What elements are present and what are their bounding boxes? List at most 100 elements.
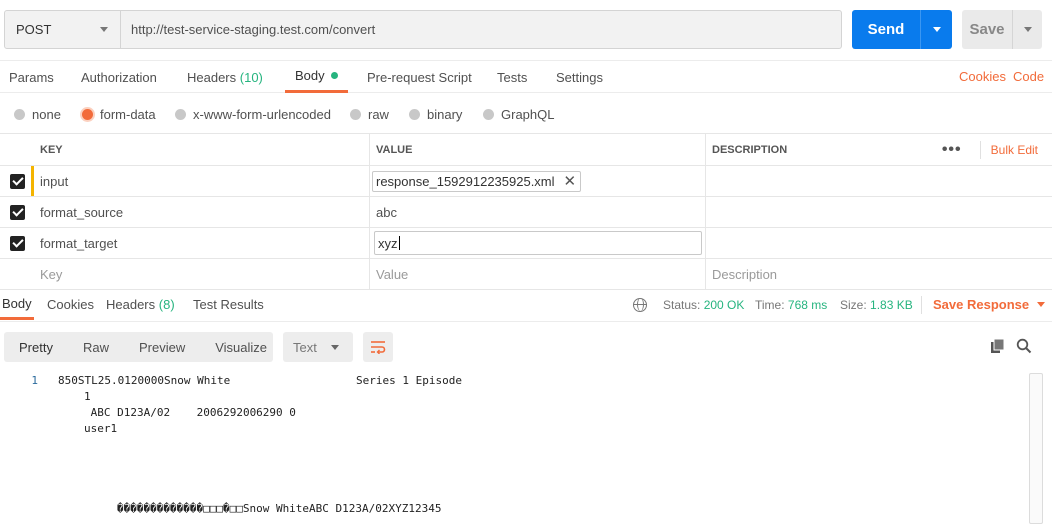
headers-count: (10) xyxy=(239,69,263,85)
chevron-down-icon xyxy=(932,27,941,32)
more-options-icon[interactable]: ••• xyxy=(942,141,962,159)
save-button[interactable]: Save xyxy=(962,10,1012,49)
chevron-down-icon xyxy=(1037,302,1046,307)
radio-graphql[interactable]: GraphQL xyxy=(483,104,554,124)
new-value-input[interactable]: Value xyxy=(370,259,706,289)
radio-icon xyxy=(483,108,494,120)
tab-body[interactable]: Body xyxy=(285,61,348,93)
time-value: 768 ms xyxy=(787,297,828,312)
value-input[interactable]: xyz xyxy=(374,231,702,255)
tab-response-body[interactable]: Body xyxy=(0,289,34,320)
tab-test-results[interactable]: Test Results xyxy=(193,289,264,320)
tab-label: Cookies xyxy=(47,297,94,312)
table-header-row: KEY VALUE DESCRIPTION ••• Bulk Edit xyxy=(0,134,1052,166)
wrap-lines-button[interactable] xyxy=(363,332,393,362)
method-label: POST xyxy=(16,22,52,37)
request-tabs: Params Authorization Headers (10) Body P… xyxy=(0,60,1052,93)
globe-icon[interactable] xyxy=(633,289,647,320)
code-link[interactable]: Code xyxy=(1013,69,1044,84)
radio-selected-icon xyxy=(82,108,93,120)
new-key-input[interactable]: Key xyxy=(34,259,370,289)
description-cell[interactable] xyxy=(706,228,1052,258)
url-input[interactable]: http://test-service-staging.test.com/con… xyxy=(121,11,841,48)
headers-count: (8) xyxy=(158,297,175,312)
save-response-label: Save Response xyxy=(933,297,1030,312)
row-checkbox[interactable] xyxy=(0,166,34,196)
search-icon[interactable] xyxy=(1016,338,1032,354)
view-raw[interactable]: Raw xyxy=(68,340,124,355)
code-line: user1 xyxy=(84,422,118,435)
response-body-viewer[interactable]: 1 850STL25.0120000Snow White Series 1 Ep… xyxy=(0,372,1030,524)
tab-authorization[interactable]: Authorization xyxy=(81,61,157,93)
divider xyxy=(921,296,922,314)
cookies-link[interactable]: Cookies xyxy=(959,69,1006,84)
size-info: Size: 1.83 KB xyxy=(840,289,913,320)
send-button-group: Send xyxy=(852,10,952,49)
key-cell[interactable]: format_source xyxy=(34,197,370,227)
key-cell[interactable]: format_target xyxy=(34,228,370,258)
tab-label: Test Results xyxy=(193,297,264,312)
tab-headers[interactable]: Headers (10) xyxy=(187,61,263,93)
save-options-button[interactable] xyxy=(1012,10,1042,49)
value-cell[interactable]: response_1592912235925.xml ✕ xyxy=(370,166,706,196)
url-text: http://test-service-staging.test.com/con… xyxy=(131,22,376,37)
radio-label: GraphQL xyxy=(501,106,555,122)
radio-binary[interactable]: binary xyxy=(409,104,462,124)
code-line: 850STL25.0120000Snow White Series 1 Epis… xyxy=(58,374,462,387)
description-cell[interactable] xyxy=(706,197,1052,227)
radio-x-www-form-urlencoded[interactable]: x-www-form-urlencoded xyxy=(175,104,331,124)
chevron-down-icon xyxy=(1023,27,1032,32)
tab-params[interactable]: Params xyxy=(9,61,54,93)
new-description-input[interactable]: Description xyxy=(706,259,1052,289)
status-dot-icon xyxy=(330,72,338,79)
status-value: 200 OK xyxy=(703,297,745,312)
format-select[interactable]: Text xyxy=(283,332,353,362)
tab-label: Settings xyxy=(556,69,603,85)
tab-response-cookies[interactable]: Cookies xyxy=(47,289,94,320)
view-pretty[interactable]: Pretty xyxy=(4,340,68,355)
time-label: Time: xyxy=(755,297,785,312)
copy-icon[interactable] xyxy=(990,338,1006,354)
checkbox-checked-icon xyxy=(9,204,25,220)
row-checkbox[interactable] xyxy=(0,197,34,227)
radio-raw[interactable]: raw xyxy=(350,104,389,124)
save-button-group: Save xyxy=(962,10,1042,49)
key-cell[interactable]: input xyxy=(34,166,370,196)
value-cell[interactable]: abc xyxy=(370,197,706,227)
row-checkbox[interactable] xyxy=(0,228,34,258)
vertical-scrollbar[interactable] xyxy=(1029,373,1043,524)
tab-label: Body xyxy=(295,68,325,83)
close-icon[interactable]: ✕ xyxy=(564,172,577,190)
response-tabs: Body Cookies Headers (8) Test Results St… xyxy=(0,289,1052,322)
bulk-edit-link[interactable]: Bulk Edit xyxy=(991,143,1038,157)
tab-label: Headers xyxy=(187,69,237,85)
radio-label: none xyxy=(32,106,61,122)
status-label: Status: xyxy=(663,297,701,312)
description-cell[interactable] xyxy=(706,166,1052,196)
tab-label: Body xyxy=(2,295,32,311)
tab-tests[interactable]: Tests xyxy=(497,61,527,93)
save-response-button[interactable]: Save Response xyxy=(933,289,1046,320)
radio-form-data[interactable]: form-data xyxy=(82,104,156,124)
table-row: format_target xyz xyxy=(0,228,1052,259)
table-actions: ••• Bulk Edit xyxy=(942,134,1052,165)
send-button[interactable]: Send xyxy=(852,10,920,49)
tab-label: Params xyxy=(9,69,54,85)
radio-icon xyxy=(350,108,361,120)
radio-icon xyxy=(14,108,25,120)
send-options-button[interactable] xyxy=(920,10,952,49)
tab-prerequest-script[interactable]: Pre-request Script xyxy=(367,61,472,93)
code-line: 1 xyxy=(84,390,91,403)
table-row-new: Key Value Description xyxy=(0,259,1052,290)
view-visualize[interactable]: Visualize xyxy=(200,340,282,355)
radio-label: form-data xyxy=(100,106,156,122)
tab-settings[interactable]: Settings xyxy=(556,61,603,93)
table-row: input response_1592912235925.xml ✕ xyxy=(0,166,1052,197)
view-preview[interactable]: Preview xyxy=(124,340,200,355)
tab-response-headers[interactable]: Headers (8) xyxy=(106,289,175,320)
table-row: format_source abc xyxy=(0,197,1052,228)
text-caret xyxy=(398,236,400,250)
radio-icon xyxy=(409,108,420,120)
radio-none[interactable]: none xyxy=(14,104,61,124)
method-select[interactable]: POST xyxy=(5,11,121,48)
